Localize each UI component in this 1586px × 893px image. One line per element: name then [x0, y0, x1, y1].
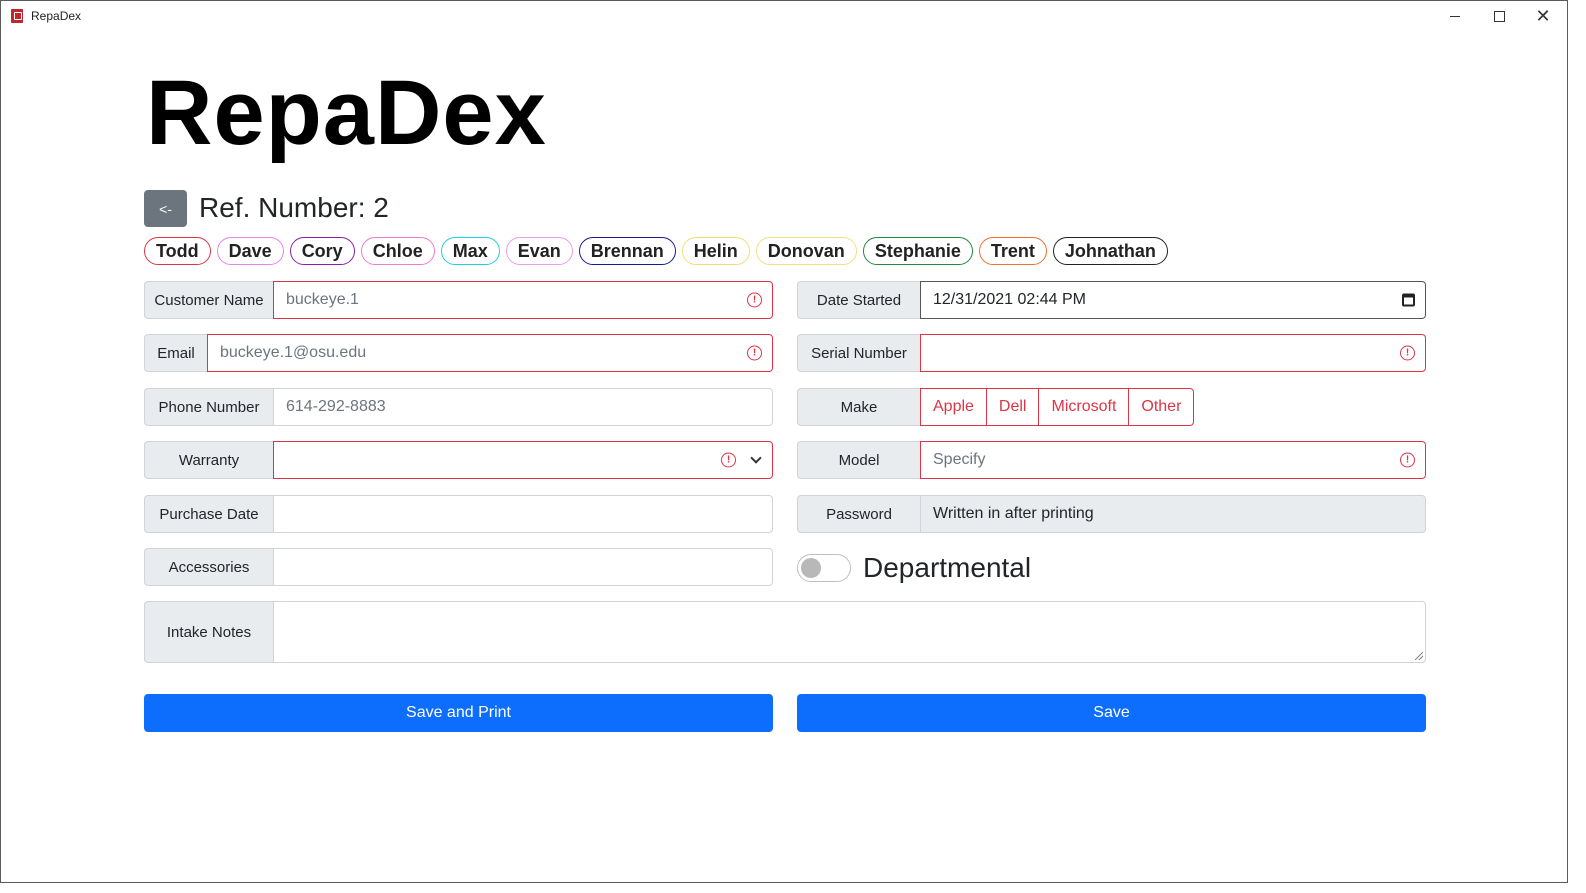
technician-chip-johnathan[interactable]: Johnathan [1052, 237, 1168, 265]
technician-chip-helin[interactable]: Helin [681, 237, 750, 265]
minimize-icon [1450, 15, 1460, 17]
purchase-date-label: Purchase Date [144, 495, 273, 533]
password-value: Written in after printing [933, 505, 1094, 522]
save-button[interactable]: Save [797, 694, 1426, 732]
intake-notes-label: Intake Notes [144, 601, 273, 663]
app-window: RepaDex ✕ RepaDex <- Ref. Number: 2 Todd… [0, 0, 1568, 883]
intake-notes-textarea[interactable] [273, 601, 1426, 663]
maximize-icon [1493, 10, 1505, 22]
invalid-icon: ! [1400, 345, 1415, 361]
accessories-group: Accessories [144, 548, 773, 586]
close-icon: ✕ [1535, 6, 1551, 26]
switch-knob [801, 558, 821, 578]
technician-chip-max[interactable]: Max [440, 237, 500, 265]
technician-chip-dave[interactable]: Dave [216, 237, 284, 265]
accessories-input[interactable] [273, 548, 773, 586]
password-input: Written in after printing [920, 495, 1426, 533]
make-option-other[interactable]: Other [1128, 388, 1195, 426]
email-placeholder: buckeye.1@osu.edu [220, 344, 367, 361]
departmental-switch[interactable] [797, 554, 851, 582]
invalid-icon: ! [721, 452, 736, 468]
warranty-label: Warranty [144, 441, 273, 479]
model-group: Model Specify ! [797, 441, 1426, 479]
technician-chip-chloe[interactable]: Chloe [360, 237, 435, 265]
serial-number-label: Serial Number [797, 334, 920, 372]
app-logo-icon [11, 9, 23, 23]
minimize-button[interactable] [1433, 1, 1477, 31]
serial-number-input[interactable]: ! [920, 334, 1426, 372]
model-placeholder: Specify [933, 451, 986, 468]
customer-name-group: Customer Name buckeye.1 ! [144, 281, 773, 319]
make-group: Make Apple Dell Microsoft Other [797, 388, 1195, 426]
chevron-down-icon [752, 458, 760, 462]
technician-chip-donovan[interactable]: Donovan [755, 237, 857, 265]
make-options: Apple Dell Microsoft Other [920, 388, 1195, 426]
technician-chips: Todd Dave Cory Chloe Max Evan Brennan Helin Dono… [144, 237, 1168, 265]
phone-placeholder: 614-292-8883 [286, 398, 386, 415]
customer-name-input[interactable]: buckeye.1 ! [273, 281, 773, 319]
customer-name-placeholder: buckeye.1 [286, 291, 359, 308]
technician-chip-brennan[interactable]: Brennan [578, 237, 676, 265]
invalid-icon: ! [747, 292, 762, 308]
technician-chip-todd[interactable]: Todd [144, 237, 211, 265]
make-label: Make [797, 388, 920, 426]
save-and-print-button[interactable]: Save and Print [144, 694, 773, 732]
make-option-apple[interactable]: Apple [920, 388, 987, 426]
serial-number-group: Serial Number ! [797, 334, 1426, 372]
technician-chip-evan[interactable]: Evan [505, 237, 573, 265]
technician-chip-cory[interactable]: Cory [289, 237, 355, 265]
make-option-microsoft[interactable]: Microsoft [1038, 388, 1130, 426]
technician-chip-trent[interactable]: Trent [978, 237, 1047, 265]
phone-input[interactable]: 614-292-8883 [273, 388, 773, 426]
email-input[interactable]: buckeye.1@osu.edu ! [207, 334, 773, 372]
password-group: Password Written in after printing [797, 495, 1426, 533]
maximize-button[interactable] [1477, 1, 1521, 31]
customer-name-label: Customer Name [144, 281, 273, 319]
invalid-icon: ! [747, 345, 762, 361]
accessories-label: Accessories [144, 548, 273, 586]
departmental-label: Departmental [863, 552, 1032, 583]
ref-number-heading: Ref. Number: 2 [199, 192, 389, 223]
purchase-date-group: Purchase Date [144, 495, 773, 533]
date-started-input[interactable]: 12/31/2021 02:44 PM [920, 281, 1426, 319]
phone-label: Phone Number [144, 388, 273, 426]
calendar-icon[interactable] [1402, 293, 1415, 307]
date-started-group: Date Started 12/31/2021 02:44 PM [797, 281, 1426, 319]
back-button[interactable]: <- [144, 190, 187, 227]
phone-group: Phone Number 614-292-8883 [144, 388, 773, 426]
close-button[interactable]: ✕ [1521, 1, 1565, 31]
page-title: RepaDex [146, 62, 547, 164]
make-option-dell[interactable]: Dell [985, 388, 1040, 426]
date-started-label: Date Started [797, 281, 920, 319]
date-started-value: 12/31/2021 02:44 PM [933, 291, 1087, 308]
password-label: Password [797, 495, 920, 533]
invalid-icon: ! [1400, 452, 1415, 468]
model-label: Model [797, 441, 920, 479]
email-group: Email buckeye.1@osu.edu ! [144, 334, 773, 372]
warranty-group: Warranty ! [144, 441, 773, 479]
purchase-date-input[interactable] [273, 495, 773, 533]
window-title: RepaDex [31, 9, 82, 23]
title-bar: RepaDex ✕ [1, 1, 1567, 31]
technician-chip-stephanie[interactable]: Stephanie [862, 237, 973, 265]
email-label: Email [144, 334, 207, 372]
model-input[interactable]: Specify ! [920, 441, 1426, 479]
intake-notes-group: Intake Notes [144, 601, 1426, 663]
resize-grip-icon[interactable] [1415, 652, 1423, 660]
departmental-toggle-row: Departmental [797, 552, 1031, 584]
warranty-select[interactable]: ! [273, 441, 773, 479]
